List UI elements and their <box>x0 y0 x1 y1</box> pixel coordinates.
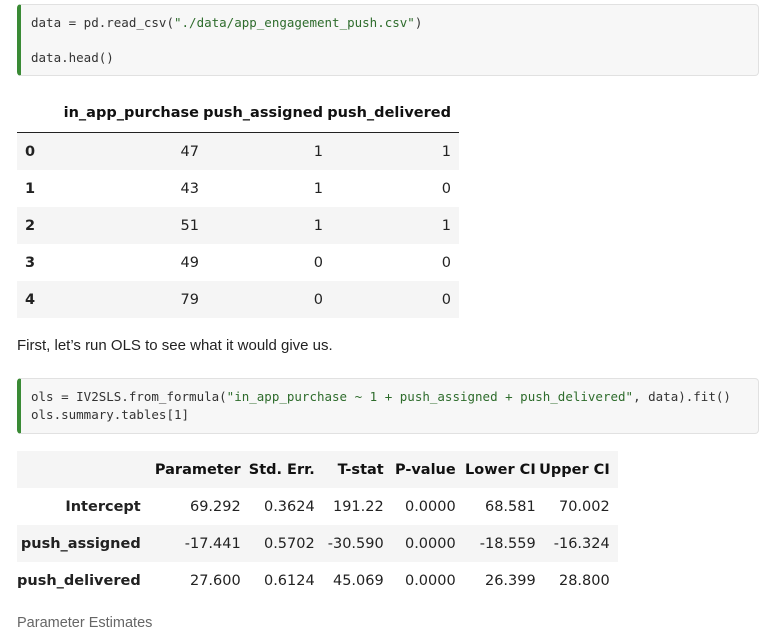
table-row: 4 79 0 0 <box>17 281 459 318</box>
table-cell: 1 <box>441 143 451 160</box>
row-index: 1 <box>25 180 36 197</box>
column-header: P-value <box>394 461 456 478</box>
column-header: in_app_purchase <box>58 94 199 133</box>
code-string: "./data/app_engagement_push.csv" <box>174 15 415 30</box>
column-header: Upper CI <box>539 461 610 478</box>
table-row: 2 51 1 1 <box>17 207 459 244</box>
code-cell-read-csv[interactable]: data = pd.read_csv("./data/app_engagemen… <box>17 4 759 76</box>
row-name-header <box>17 451 149 488</box>
table-cell: 1 <box>313 217 323 234</box>
code-line: data = pd.read_csv("./data/app_engagemen… <box>31 15 422 30</box>
table-cell: 51 <box>180 217 199 234</box>
table-cell: 0.0000 <box>404 498 456 515</box>
table-cell: 28.800 <box>558 572 610 589</box>
table-cell: -16.324 <box>553 535 610 552</box>
table-cell: 0 <box>313 254 323 271</box>
table-row: 0 47 1 1 <box>17 132 459 170</box>
table-cell: 49 <box>180 254 199 271</box>
column-header: push_assigned <box>199 94 323 133</box>
row-index: 0 <box>25 143 36 160</box>
table-cell: 70.002 <box>558 498 610 515</box>
table-header-row: in_app_purchase push_assigned push_deliv… <box>17 94 459 133</box>
table-cell: 0.0000 <box>404 572 456 589</box>
table-cell: 0 <box>441 291 451 308</box>
table-row: 3 49 0 0 <box>17 244 459 281</box>
table-cell: -18.559 <box>479 535 536 552</box>
table-row: push_delivered 27.600 0.6124 45.069 0.00… <box>17 562 618 599</box>
table-cell: -30.590 <box>327 535 384 552</box>
table-row: Intercept 69.292 0.3624 191.22 0.0000 68… <box>17 488 618 525</box>
column-header: T-stat <box>337 461 384 478</box>
table-cell: 79 <box>180 291 199 308</box>
code-string: "in_app_purchase ~ 1 + push_assigned + p… <box>226 389 634 404</box>
table-header-row: Parameter Std. Err. T-stat P-value Lower… <box>17 451 618 488</box>
table-cell: 0 <box>441 254 451 271</box>
table-row: push_assigned -17.441 0.5702 -30.590 0.0… <box>17 525 618 562</box>
table-cell: 27.600 <box>189 572 241 589</box>
code-line: data.head() <box>31 50 114 65</box>
table-cell: 0 <box>313 291 323 308</box>
table-cell: 0 <box>441 180 451 197</box>
table-cell: 68.581 <box>484 498 536 515</box>
table-cell: 45.069 <box>332 572 384 589</box>
row-name: push_delivered <box>17 572 141 589</box>
table-cell: 0.3624 <box>263 498 315 515</box>
row-index: 3 <box>25 254 36 271</box>
ols-summary-table: Parameter Std. Err. T-stat P-value Lower… <box>17 451 618 599</box>
table-cell: 43 <box>180 180 199 197</box>
table-cell: -17.441 <box>184 535 241 552</box>
table-cell: 0.0000 <box>404 535 456 552</box>
table-caption: Parameter Estimates <box>17 615 153 631</box>
dataframe-output-table: in_app_purchase push_assigned push_deliv… <box>17 94 459 318</box>
column-header: push_delivered <box>323 94 459 133</box>
row-name: push_assigned <box>20 535 141 552</box>
code-text: ) <box>414 15 423 30</box>
table-cell: 0.5702 <box>263 535 315 552</box>
row-index: 4 <box>25 291 36 308</box>
row-name: Intercept <box>65 498 141 515</box>
index-header <box>17 94 58 133</box>
row-index: 2 <box>25 217 36 234</box>
table-cell: 191.22 <box>332 498 384 515</box>
code-line: ols = IV2SLS.from_formula("in_app_purcha… <box>31 389 731 404</box>
table-cell: 0.6124 <box>263 572 315 589</box>
table-cell: 69.292 <box>189 498 241 515</box>
code-text: ols = IV2SLS.from_formula( <box>31 389 227 404</box>
column-header: Std. Err. <box>248 461 315 478</box>
table-cell: 1 <box>313 180 323 197</box>
code-line: ols.summary.tables[1] <box>31 407 190 422</box>
table-cell: 26.399 <box>484 572 536 589</box>
table-row: 1 43 1 0 <box>17 170 459 207</box>
markdown-text: First, let’s run OLS to see what it woul… <box>17 337 333 354</box>
table-cell: 1 <box>313 143 323 160</box>
code-cell-ols[interactable]: ols = IV2SLS.from_formula("in_app_purcha… <box>17 378 759 434</box>
table-cell: 1 <box>441 217 451 234</box>
code-text: , data).fit() <box>633 389 731 404</box>
column-header: Parameter <box>154 461 241 478</box>
table-cell: 47 <box>180 143 199 160</box>
code-text: data = pd.read_csv( <box>31 15 174 30</box>
column-header: Lower CI <box>465 461 536 478</box>
